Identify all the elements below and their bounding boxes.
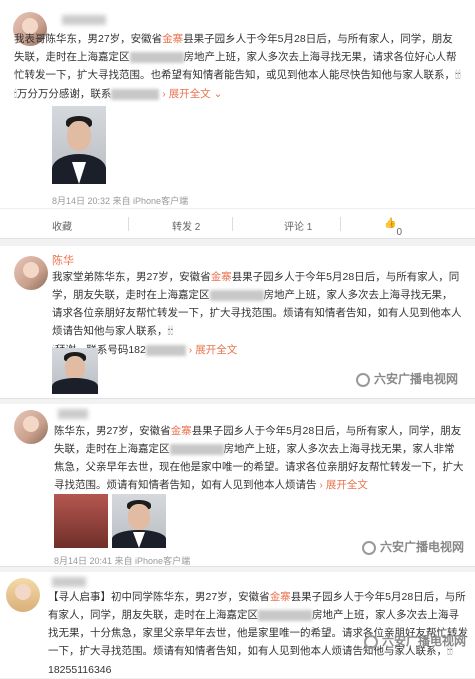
expand-link[interactable]: › 展开全文 [189,344,237,356]
post-photo[interactable] [52,348,98,394]
blurred-username [62,15,106,26]
like-button[interactable]: 👍 0 [384,218,402,238]
watermark-text: 六安广播电视网 [374,372,459,386]
redacted-block [129,51,184,63]
watermark: 六安广播电视网 [364,632,466,649]
avatar[interactable] [6,578,40,612]
photo-face [128,504,150,530]
watermark: 六安广播电视网 [362,538,464,555]
divider [128,217,129,231]
post-card-1: 我表哥陈华东，男27岁，安徽省金寨县果子园乡人于今年5月28日后，与所有家人，同… [0,0,475,239]
divider [340,217,341,231]
expand-link[interactable]: › 展开全文 [319,479,367,491]
expand-link[interactable]: › 展开全文 ⌄ [162,88,222,100]
watermark-logo-icon [356,372,370,387]
divider [232,217,233,231]
redacted-phone [111,88,160,100]
redacted-phone [145,344,186,356]
watermark-logo-icon [364,634,378,649]
username[interactable] [48,576,86,588]
username-label: 陈华 [52,255,74,267]
redacted-block [209,289,264,301]
blurred-username [58,409,88,420]
watermark-logo-icon [362,540,376,555]
post-text: 陈华东，男27岁，安徽省金寨县果子园乡人于今年5月28日后，与所有家人，同学，朋… [54,422,464,494]
expand-label: 展开全文 [168,88,211,100]
timestamp: 8月14日 20:41 来自 iPhone客户端 [54,556,191,566]
post-text: 我表哥陈华东，男27岁，安徽省金寨县果子园乡人于今年5月28日后，与所有家人，同… [14,30,462,104]
comment-button[interactable]: 评论 1 [284,218,312,233]
candle-emoji-icon: 🕯🕯 [455,70,461,81]
timestamp: 8月14日 20:32 来自 iPhone客户端 [52,196,189,206]
username[interactable] [54,408,88,420]
repost-button[interactable]: 转发 2 [172,218,200,233]
photo-suit [52,378,98,394]
username[interactable] [58,14,106,26]
watermark-text: 六安广播电视网 [382,634,467,648]
expand-label: 展开全文 [195,344,238,356]
phone-number: 18255116346 [48,664,112,676]
post-photo-red[interactable] [54,494,108,548]
post-card-3: 陈华东，男27岁，安徽省金寨县果子园乡人于今年5月28日后，与所有家人，同学，朋… [0,404,475,567]
post-card-4: 【寻人启事】初中同学陈华东，男27岁，安徽省金寨县果子园乡人于今年5月28日后，… [0,572,475,678]
post-text: 我家堂弟陈华东，男27岁，安徽省金寨县果子园乡人于今年5月28日后，与所有家人，… [52,268,462,360]
blurred-username [52,577,86,588]
action-bar: 收藏 转发 2 评论 1 👍 0 [0,208,475,239]
avatar[interactable] [14,256,48,290]
watermark: 六安广播电视网 [356,370,458,387]
redacted-block [169,443,224,455]
username[interactable]: 陈华 [52,252,74,268]
post-card-2: 陈华 我家堂弟陈华东，男27岁，安徽省金寨县果子园乡人于今年5月28日后，与所有… [0,246,475,399]
post-photo[interactable] [52,106,106,184]
candle-emoji-icon: 🕯🕯 [167,326,174,337]
post-photo[interactable] [112,494,166,548]
like-count: 0 [396,227,403,238]
favorite-button[interactable]: 收藏 [52,218,72,233]
photo-face [67,121,91,151]
expand-label: 展开全文 [325,479,368,491]
watermark-text: 六安广播电视网 [380,540,465,554]
post-text-part3: 万分万分感谢，联系 [16,88,112,100]
avatar[interactable] [14,410,48,444]
redacted-block [258,609,312,621]
photo-face [65,356,85,380]
